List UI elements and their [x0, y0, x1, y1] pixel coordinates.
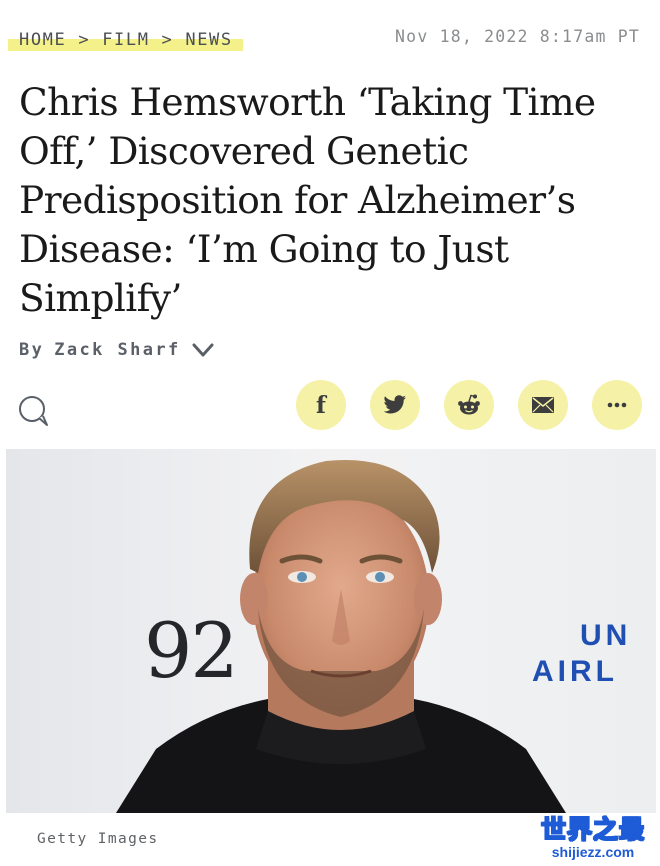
backdrop-text-left: 92 [144, 606, 237, 695]
breadcrumb-separator: > [78, 30, 91, 50]
breadcrumb-home[interactable]: HOME [19, 30, 66, 50]
facebook-icon: f [316, 391, 326, 419]
image-caption: Getty Images [37, 831, 159, 847]
site-watermark: 世界之最 shijiezz.com [534, 815, 652, 860]
email-icon [532, 397, 554, 413]
author-link[interactable]: Zack Sharf [54, 340, 180, 360]
byline-prefix: By [19, 340, 45, 360]
byline: By Zack Sharf [19, 340, 215, 360]
article-hero-image: 92 UN AIRL [6, 449, 656, 813]
breadcrumb-film[interactable]: FILM [102, 30, 149, 50]
share-twitter-button[interactable] [370, 380, 420, 430]
chevron-down-icon[interactable] [191, 341, 215, 359]
breadcrumb-separator: > [161, 30, 174, 50]
backdrop-text-right-2: AIRL [532, 655, 618, 688]
article-headline: Chris Hemsworth ‘Taking Time Off,’ Disco… [19, 80, 596, 320]
breadcrumb: HOME > FILM > NEWS [8, 26, 243, 54]
watermark-url: shijiezz.com [551, 844, 635, 860]
publish-timestamp: Nov 18, 2022 8:17am PT [395, 27, 640, 46]
twitter-icon [383, 395, 406, 414]
backdrop-text-right-1: UN [580, 619, 631, 652]
watermark-text: 世界之最 [540, 815, 645, 844]
hero-photo: 92 UN AIRL [6, 449, 656, 813]
share-reddit-button[interactable] [444, 380, 494, 430]
share-buttons: f [296, 380, 642, 430]
breadcrumb-news[interactable]: NEWS [185, 30, 232, 50]
share-facebook-button[interactable]: f [296, 380, 346, 430]
share-email-button[interactable] [518, 380, 568, 430]
share-more-button[interactable] [592, 380, 642, 430]
reddit-icon [458, 394, 480, 415]
more-icon [607, 402, 627, 408]
article-top-bar: HOME > FILM > NEWS Nov 18, 2022 8:17am P… [0, 0, 660, 70]
comment-bubble-icon[interactable] [17, 394, 51, 428]
